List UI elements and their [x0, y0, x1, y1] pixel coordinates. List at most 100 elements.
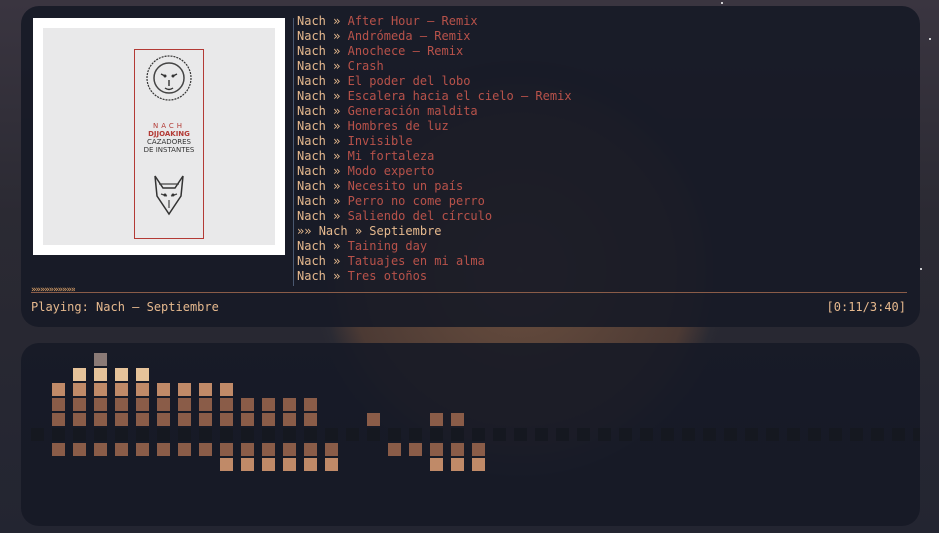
visualizer-up-cell [115, 413, 128, 426]
visualizer-up-cell [241, 398, 254, 411]
visualizer-base-cell [409, 428, 422, 441]
track-separator: » [325, 74, 348, 88]
track-item[interactable]: Nach » Saliendo del círculo [297, 209, 907, 224]
visualizer-base-cell [766, 428, 779, 441]
track-title: Tatuajes en mi alma [347, 254, 485, 268]
visualizer-base-cell [241, 428, 254, 441]
visualizer-base-cell [703, 428, 716, 441]
track-item[interactable]: »» Nach » Septiembre [297, 224, 907, 239]
visualizer-base-cell [31, 428, 44, 441]
visualizer-up-cell [178, 413, 191, 426]
progress-track [31, 292, 907, 293]
visualizer-base-cell [325, 428, 338, 441]
track-title: Andrómeda – Remix [347, 29, 471, 43]
visualizer-base-cell [220, 428, 233, 441]
visualizer-base-cell [535, 428, 548, 441]
track-artist: Nach [297, 74, 326, 88]
track-item[interactable]: Nach » Invisible [297, 134, 907, 149]
visualizer-down-cell [94, 443, 107, 456]
track-artist: Nach [297, 209, 326, 223]
panel-divider [293, 18, 294, 286]
track-item[interactable]: Nach » Hombres de luz [297, 119, 907, 134]
track-item[interactable]: Nach » After Hour – Remix [297, 14, 907, 29]
player-panel: NACH DJJOAKING CAZADORES DE INSTANTES Na… [21, 6, 920, 327]
visualizer-base-cell [472, 428, 485, 441]
visualizer-base-cell [640, 428, 653, 441]
visualizer-down-cell [325, 443, 338, 456]
now-playing-status: Playing: Nach – Septiembre [31, 300, 219, 314]
visualizer-base-cell [115, 428, 128, 441]
track-separator: » [325, 239, 348, 253]
track-item[interactable]: Nach » Modo experto [297, 164, 907, 179]
track-item[interactable]: Nach » Taining day [297, 239, 907, 254]
visualizer-up-cell [73, 398, 86, 411]
visualizer-bars [31, 353, 920, 471]
visualizer-up-cell [136, 398, 149, 411]
visualizer-down-cell [262, 458, 275, 471]
current-marker: »» [297, 224, 319, 238]
track-item[interactable]: Nach » Andrómeda – Remix [297, 29, 907, 44]
visualizer-base-cell [619, 428, 632, 441]
track-separator: » [325, 209, 348, 223]
track-item[interactable]: Nach » Necesito un país [297, 179, 907, 194]
track-title: Crash [347, 59, 384, 73]
visualizer-base-cell [73, 428, 86, 441]
track-item[interactable]: Nach » El poder del lobo [297, 74, 907, 89]
track-item[interactable]: Nach » Tatuajes en mi alma [297, 254, 907, 269]
track-title: Necesito un país [347, 179, 464, 193]
progress-bar[interactable]: »»»»»»»»»» [31, 285, 907, 296]
track-item[interactable]: Nach » Perro no come perro [297, 194, 907, 209]
track-separator: » [325, 104, 348, 118]
star [920, 268, 922, 270]
visualizer-up-cell [94, 353, 107, 366]
track-item[interactable]: Nach » Tres otoños [297, 269, 907, 284]
visualizer-up-cell [157, 383, 170, 396]
track-item[interactable]: Nach » Anochece – Remix [297, 44, 907, 59]
track-title: Septiembre [369, 224, 442, 238]
track-artist: Nach [318, 224, 348, 238]
visualizer-down-cell [430, 443, 443, 456]
visualizer-down-cell [262, 443, 275, 456]
visualizer-down-cell [241, 443, 254, 456]
visualizer-up-cell [304, 398, 317, 411]
visualizer-base-cell [283, 428, 296, 441]
visualizer-base-cell [178, 428, 191, 441]
track-separator: » [325, 119, 348, 133]
visualizer-up-cell [304, 413, 317, 426]
visualizer-base-cell [871, 428, 884, 441]
album-artist: NACH [152, 122, 186, 130]
track-artist: Nach [297, 149, 326, 163]
visualizer-up-cell [52, 383, 65, 396]
visualizer-up-cell [199, 398, 212, 411]
visualizer-base-cell [829, 428, 842, 441]
visualizer-down-cell [178, 443, 191, 456]
track-title: After Hour – Remix [347, 14, 478, 28]
visualizer-panel [21, 343, 920, 526]
track-list: Nach » After Hour – Remix Nach » Andrómed… [297, 14, 907, 284]
visualizer-base-cell [682, 428, 695, 441]
track-separator: » [347, 224, 370, 238]
visualizer-down-cell [199, 443, 212, 456]
visualizer-down-cell [283, 443, 296, 456]
visualizer-down-cell [220, 458, 233, 471]
visualizer-down-cell [409, 443, 422, 456]
visualizer-up-cell [94, 398, 107, 411]
track-artist: Nach [297, 269, 326, 283]
visualizer-down-cell [220, 443, 233, 456]
visualizer-base-cell [598, 428, 611, 441]
visualizer-up-cell [157, 398, 170, 411]
visualizer-up-cell [94, 383, 107, 396]
track-item[interactable]: Nach » Crash [297, 59, 907, 74]
visualizer-base-cell [451, 428, 464, 441]
track-item[interactable]: Nach » Generación maldita [297, 104, 907, 119]
track-title: Invisible [347, 134, 413, 148]
visualizer-up-cell [94, 368, 107, 381]
track-item[interactable]: Nach » Mi fortaleza [297, 149, 907, 164]
visualizer-up-cell [52, 398, 65, 411]
visualizer-up-cell [283, 413, 296, 426]
track-item[interactable]: Nach » Escalera hacia el cielo – Remix [297, 89, 907, 104]
visualizer-down-cell [430, 458, 443, 471]
visualizer-down-cell [472, 458, 485, 471]
visualizer-up-cell [199, 383, 212, 396]
playback-time: [0:11/3:40] [826, 300, 906, 314]
